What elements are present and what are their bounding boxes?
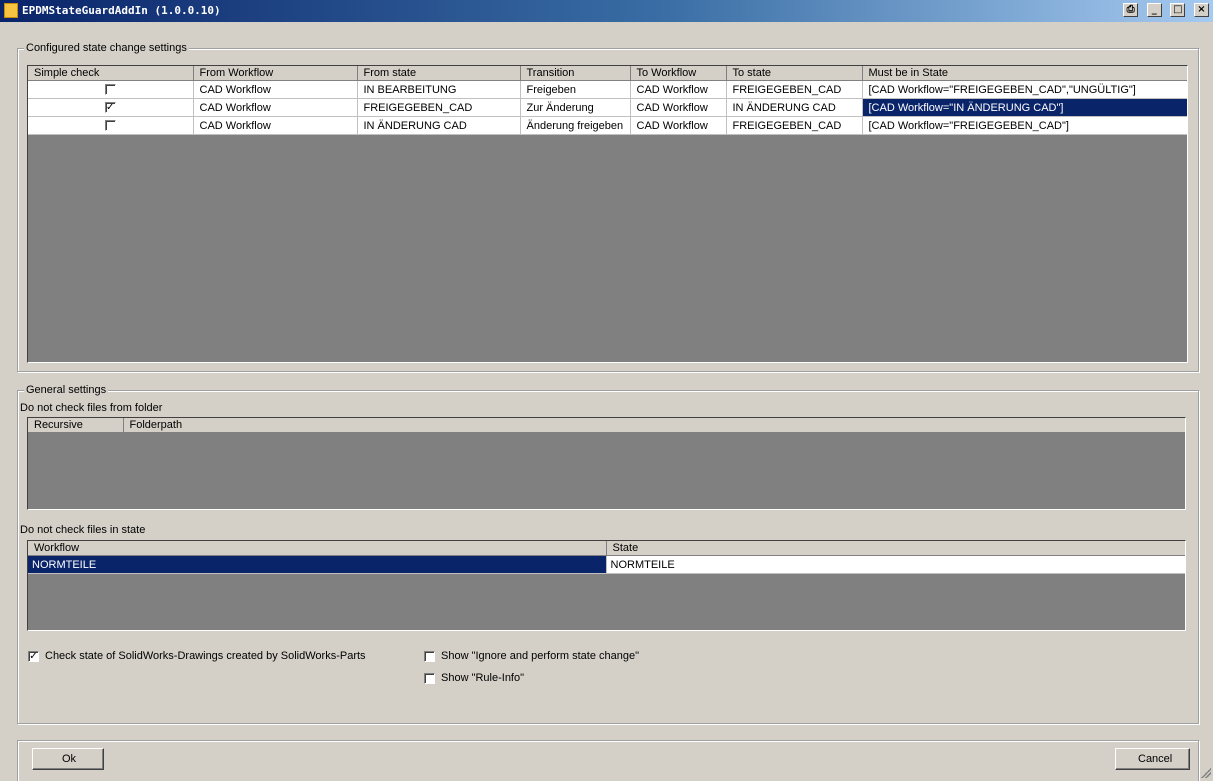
column-header[interactable]: To state (726, 66, 863, 81)
show-ignore-checkbox[interactable] (424, 650, 435, 662)
table-cell[interactable]: FREIGEGEBEN_CAD (726, 116, 863, 135)
states-label: Do not check files in state (20, 524, 146, 536)
column-header[interactable]: From Workflow (193, 66, 358, 81)
minimize-icon[interactable]: _ (1146, 3, 1162, 17)
ok-button[interactable]: Ok (32, 748, 104, 770)
state-change-group-label: Configured state change settings (24, 42, 189, 55)
folder-header-row: Recursive Folderpath (28, 418, 1185, 433)
table-cell[interactable]: CAD Workflow (630, 116, 727, 135)
column-header[interactable]: Transition (520, 66, 631, 81)
column-header[interactable]: Simple check (28, 66, 194, 81)
table-cell[interactable]: Zur Änderung (520, 98, 631, 117)
window-title: EPDMStateGuardAddIn (1.0.0.10) (22, 4, 221, 17)
table-cell[interactable]: [CAD Workflow="FREIGEGEBEN_CAD","UNGÜLTI… (862, 80, 1187, 99)
table-cell-selected[interactable]: [CAD Workflow="IN ÄNDERUNG CAD"] (862, 98, 1187, 117)
resize-grip-icon[interactable] (1201, 768, 1211, 778)
column-header[interactable]: Workflow (28, 541, 607, 556)
table-row[interactable]: ✓ CAD Workflow FREIGEGEBEN_CAD Zur Änder… (28, 98, 1187, 117)
column-header[interactable]: To Workflow (630, 66, 727, 81)
window-controls: ⎙ _ □ × (1121, 3, 1209, 17)
column-header[interactable]: Must be in State (862, 66, 1187, 81)
column-header[interactable]: From state (357, 66, 521, 81)
table-cell[interactable]: CAD Workflow (630, 98, 727, 117)
folder-exclusion-grid[interactable]: Recursive Folderpath (27, 417, 1186, 510)
app-icon[interactable] (4, 3, 18, 18)
table-cell-selected[interactable]: NORMTEILE (28, 555, 607, 574)
ok-button-label: Ok (62, 753, 77, 765)
table-cell[interactable]: IN BEARBEITUNG (357, 80, 521, 99)
button-panel (17, 740, 1199, 781)
table-cell[interactable]: Freigeben (520, 80, 631, 99)
column-header[interactable]: State (606, 541, 1185, 556)
table-cell[interactable]: Änderung freigeben (520, 116, 631, 135)
cancel-button-label: Cancel (1138, 753, 1173, 765)
check-drawings-label: Check state of SolidWorks-Drawings creat… (45, 650, 366, 662)
table-cell[interactable]: FREIGEGEBEN_CAD (357, 98, 521, 117)
check-drawings-checkbox[interactable]: ✓ (28, 650, 39, 662)
show-rule-info-label: Show "Rule-Info" (441, 672, 525, 684)
show-ignore-option[interactable]: Show "Ignore and perform state change" (424, 650, 639, 662)
maximize-icon[interactable]: □ (1170, 3, 1186, 17)
column-header[interactable]: Folderpath (123, 418, 1185, 433)
table-cell[interactable]: IN ÄNDERUNG CAD (726, 98, 863, 117)
folders-label: Do not check files from folder (20, 402, 163, 414)
table-row[interactable]: CAD Workflow IN ÄNDERUNG CAD Änderung fr… (28, 116, 1187, 135)
close-icon[interactable]: × (1194, 3, 1209, 17)
state-change-header-row: Simple check From Workflow From state Tr… (28, 66, 1187, 81)
state-exclusion-header-row: Workflow State (28, 541, 1185, 556)
table-row[interactable]: NORMTEILE NORMTEILE (28, 555, 1185, 574)
table-cell[interactable]: FREIGEGEBEN_CAD (726, 80, 863, 99)
table-cell[interactable]: CAD Workflow (630, 80, 727, 99)
table-cell[interactable]: NORMTEILE (606, 555, 1185, 574)
show-rule-info-option[interactable]: Show "Rule-Info" (424, 672, 524, 684)
print-icon[interactable]: ⎙ (1123, 3, 1139, 17)
simple-check-cell[interactable] (28, 116, 194, 135)
simple-check-cell[interactable] (28, 80, 194, 99)
simple-check-checkbox[interactable] (104, 120, 116, 132)
table-cell[interactable]: IN ÄNDERUNG CAD (357, 116, 521, 135)
table-cell[interactable]: CAD Workflow (193, 98, 358, 117)
show-ignore-label: Show "Ignore and perform state change" (441, 650, 639, 662)
table-row[interactable]: CAD Workflow IN BEARBEITUNG Freigeben CA… (28, 80, 1187, 99)
show-rule-info-checkbox[interactable] (424, 672, 435, 684)
title-bar[interactable]: EPDMStateGuardAddIn (1.0.0.10) ⎙ _ □ × (0, 0, 1213, 22)
column-header[interactable]: Recursive (28, 418, 124, 433)
general-settings-group-label: General settings (24, 384, 109, 397)
state-exclusion-grid[interactable]: Workflow State NORMTEILE NORMTEILE (27, 540, 1186, 631)
simple-check-checkbox[interactable]: ✓ (104, 102, 116, 114)
state-change-grid[interactable]: Simple check From Workflow From state Tr… (27, 65, 1188, 363)
table-cell[interactable]: CAD Workflow (193, 80, 358, 99)
table-cell[interactable]: [CAD Workflow="FREIGEGEBEN_CAD"] (862, 116, 1187, 135)
simple-check-checkbox[interactable] (104, 84, 116, 96)
table-cell[interactable]: CAD Workflow (193, 116, 358, 135)
cancel-button[interactable]: Cancel (1115, 748, 1190, 770)
check-drawings-option[interactable]: ✓ Check state of SolidWorks-Drawings crea… (28, 650, 366, 662)
simple-check-cell[interactable]: ✓ (28, 98, 194, 117)
